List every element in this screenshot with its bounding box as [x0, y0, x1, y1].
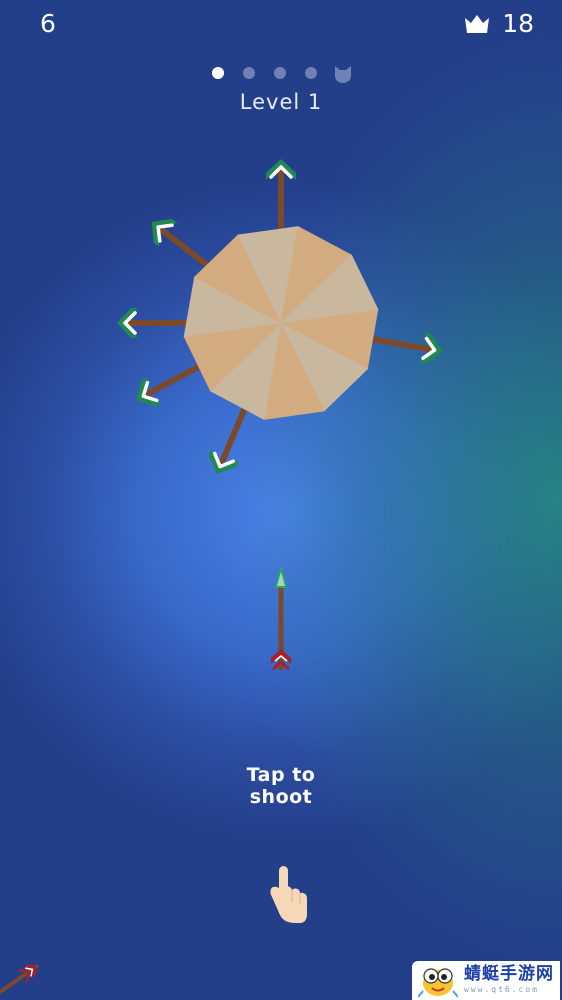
hint-line: shoot: [249, 786, 313, 808]
stuck-arrow: [365, 324, 445, 367]
game-canvas[interactable]: [0, 0, 562, 1000]
hint-line: Tap to: [246, 764, 316, 786]
remaining-arrow-icon: [0, 964, 39, 998]
stuck-arrow: [266, 159, 296, 235]
watermark-badge[interactable]: 蜻蜓手游网 www.qt6.com: [412, 961, 560, 1000]
tap-hand-icon: [270, 866, 307, 923]
stuck-arrow: [117, 308, 193, 338]
tap-to-shoot-hint: Tap to shoot: [181, 764, 381, 808]
player-arrow: [271, 565, 291, 671]
dragonfly-logo-icon: [418, 968, 458, 998]
watermark-name: 蜻蜓手游网: [464, 964, 554, 984]
watermark-url: www.qt6.com: [464, 985, 539, 994]
spinning-target: [183, 226, 379, 420]
